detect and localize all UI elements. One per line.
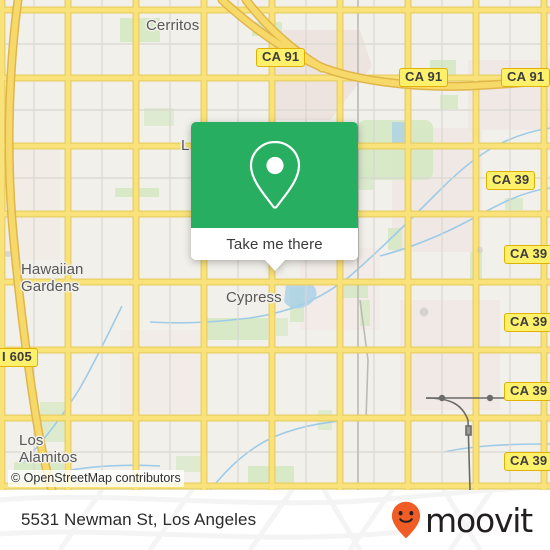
- callout-header: [191, 122, 358, 228]
- highway-shield-ca-39: CA 39: [486, 171, 536, 190]
- highway-shield-ca-91: CA 91: [501, 68, 550, 87]
- destination-callout[interactable]: Take me there: [191, 122, 358, 271]
- highway-shield-i-605: I 605: [0, 348, 38, 367]
- take-me-there-label: Take me there: [226, 235, 323, 253]
- footer-bar: 5531 Newman St, Los Angeles moovit: [0, 490, 550, 550]
- callout-pointer: [264, 260, 285, 271]
- moovit-logo[interactable]: moovit: [391, 500, 533, 540]
- highway-shield-ca-91: CA 91: [399, 68, 449, 87]
- map-attribution: © OpenStreetMap contributors: [8, 470, 184, 487]
- highway-shield-ca-39: CA 39: [504, 382, 550, 401]
- highway-shield-ca-39: CA 39: [504, 313, 550, 332]
- moovit-smiley-pin-icon: [391, 501, 421, 538]
- map-screenshot: Cerritos L Hawaiian Gardens Cypress Los Alam…: [0, 0, 550, 550]
- highway-shield-ca-39: CA 39: [504, 452, 550, 471]
- highway-shield-ca-39: CA 39: [504, 245, 550, 264]
- callout-card: Take me there: [191, 122, 358, 260]
- highway-shield-ca-91: CA 91: [256, 48, 306, 67]
- callout-action-bar[interactable]: Take me there: [191, 228, 358, 260]
- moovit-wordmark: moovit: [425, 500, 533, 540]
- map-canvas[interactable]: Cerritos L Hawaiian Gardens Cypress Los Alam…: [0, 0, 550, 490]
- address-label: 5531 Newman St, Los Angeles: [21, 510, 257, 529]
- map-pin-icon: [249, 140, 300, 209]
